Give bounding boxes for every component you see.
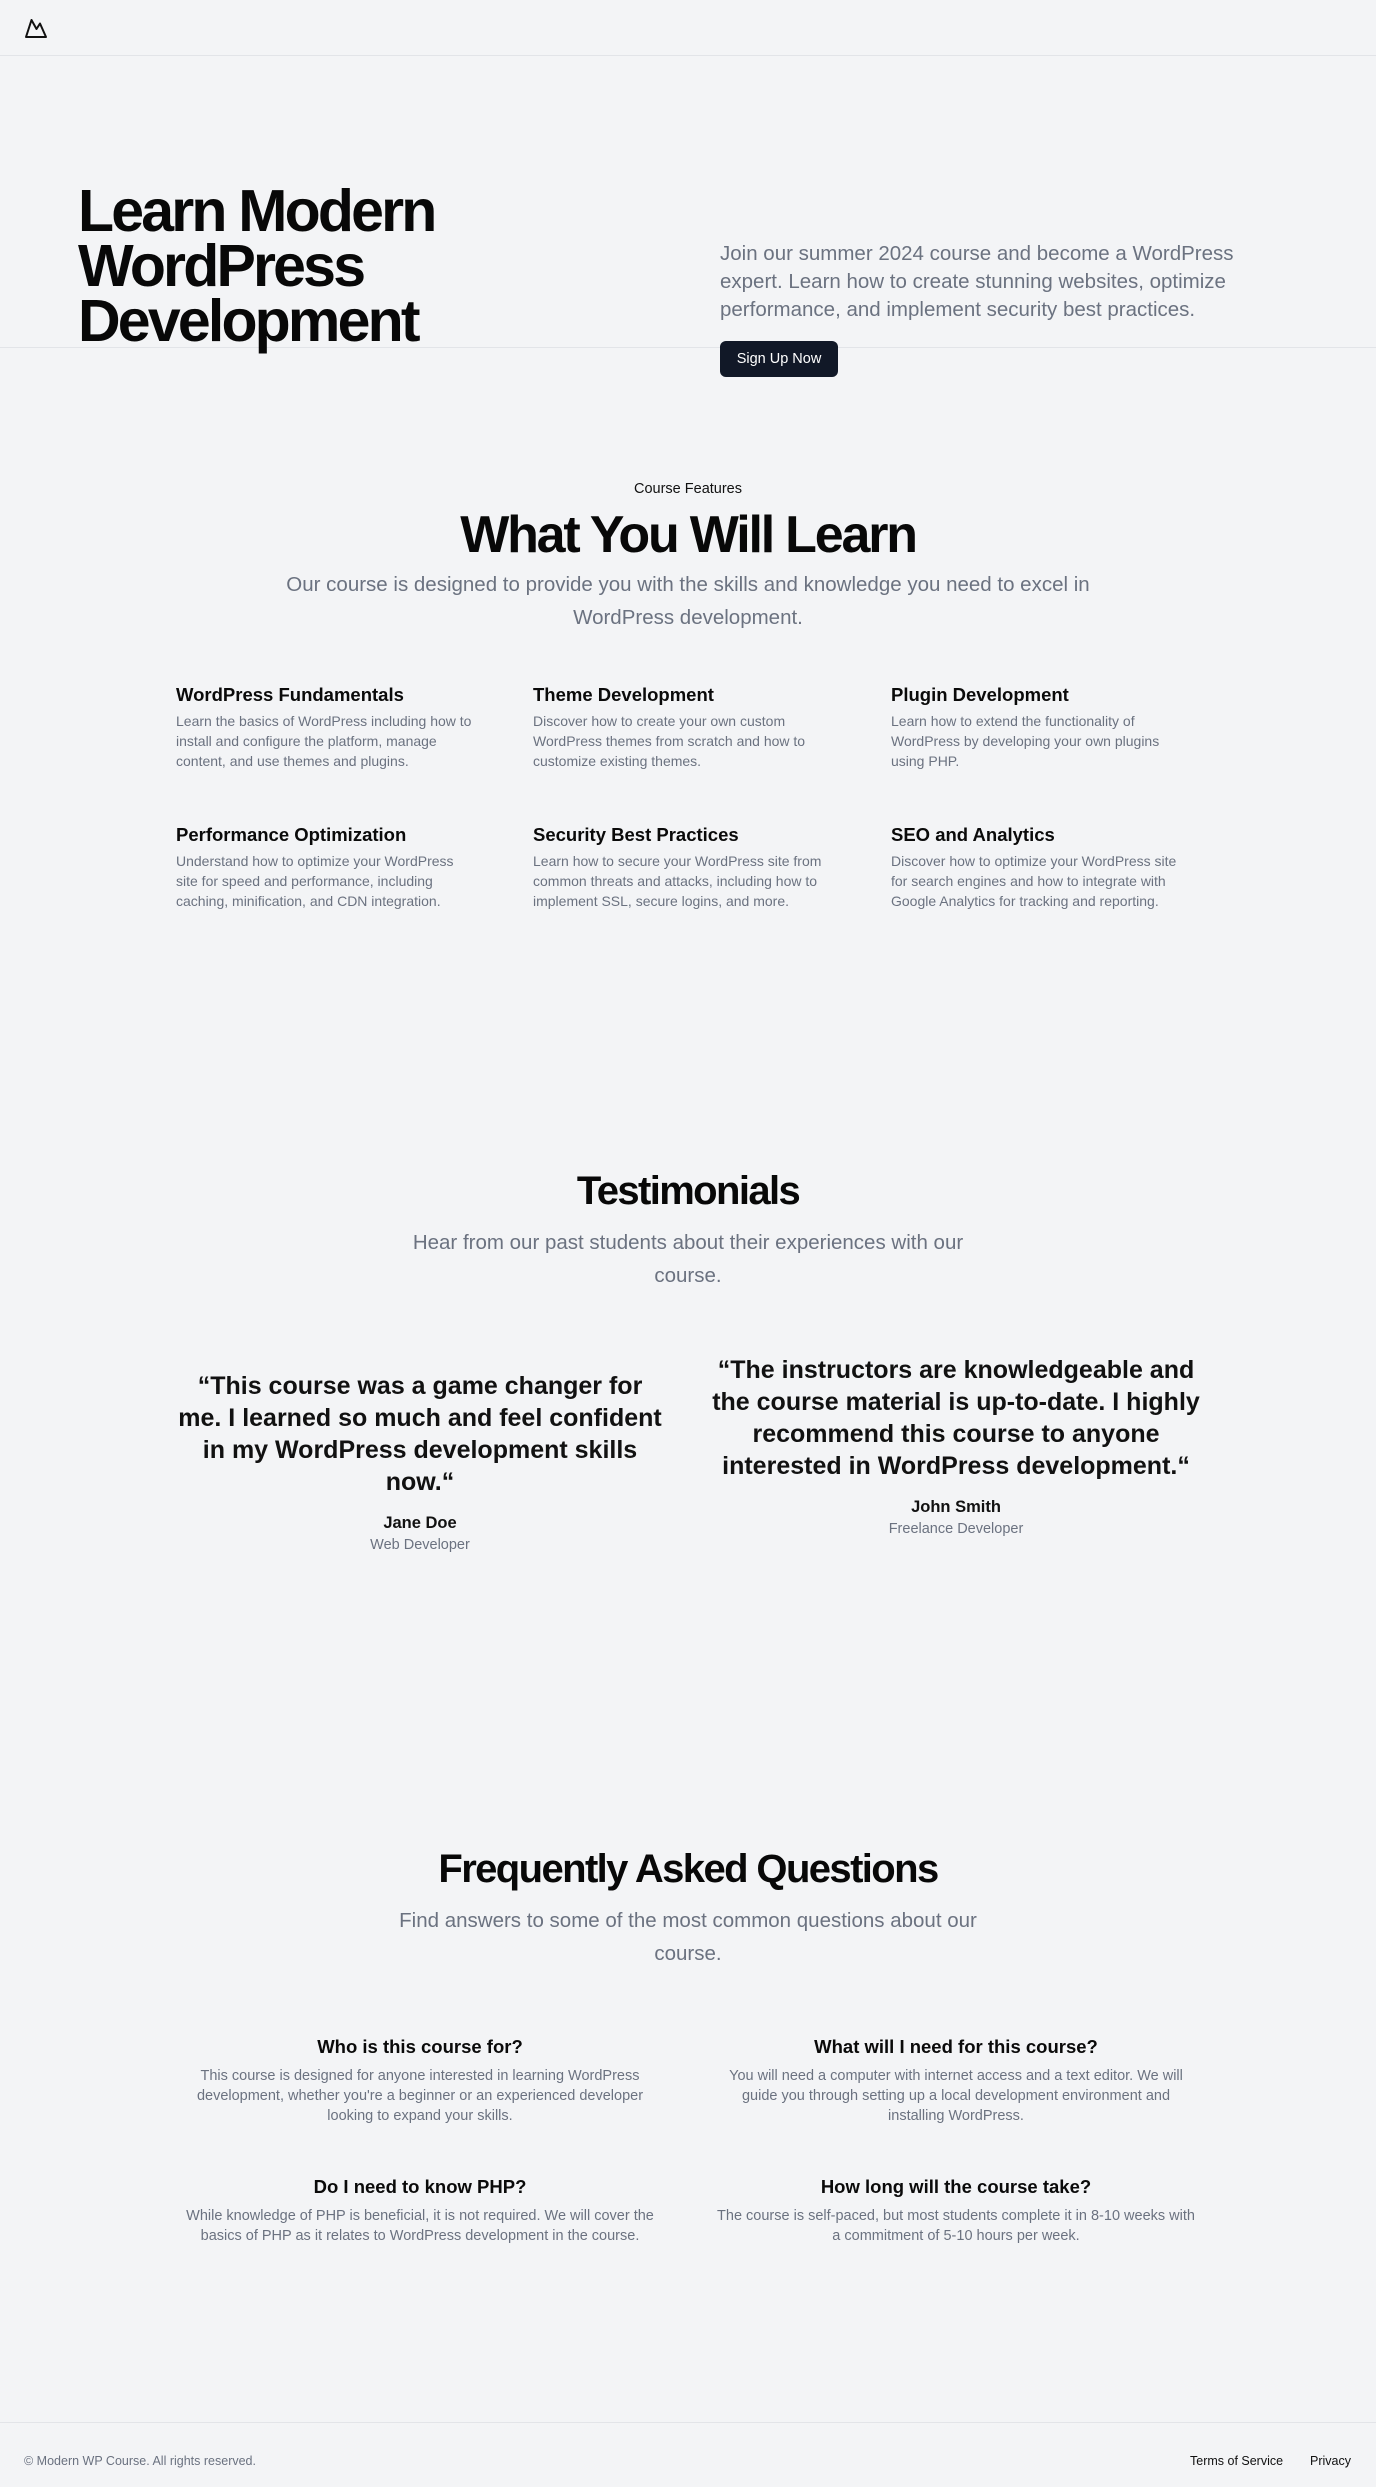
feature-title: Plugin Development xyxy=(891,684,1069,705)
testimonial-author: Jane Doe xyxy=(383,1514,457,1532)
hero-description: Join our summer 2024 course and become a… xyxy=(720,242,1234,321)
testimonial-card: “The instructors are knowledgeable and t… xyxy=(712,1354,1200,1537)
faq-item: Do I need to know PHP? While knowledge o… xyxy=(180,2175,660,2246)
faq-answer: The course is self-paced, but most stude… xyxy=(717,2208,1195,2244)
testimonial-quote: “This course was a game changer for me. … xyxy=(178,1372,662,1496)
faq-answer: You will need a computer with internet a… xyxy=(729,2068,1183,2124)
features-eyebrow: Course Features xyxy=(634,481,742,497)
feature-title: Theme Development xyxy=(533,684,714,705)
site-header xyxy=(0,0,1376,56)
faq-subheading: Find answers to some of the most common … xyxy=(399,1909,977,1965)
faq-item: Who is this course for? This course is d… xyxy=(180,2035,660,2126)
testimonial-card: “This course was a game changer for me. … xyxy=(176,1370,664,1553)
feature-description: Learn how to extend the functionality of… xyxy=(891,713,1160,769)
feature-description: Learn how to secure your WordPress site … xyxy=(533,853,822,909)
privacy-link[interactable]: Privacy xyxy=(1310,2454,1351,2468)
feature-card: Security Best Practices Learn how to sec… xyxy=(533,823,833,911)
features-subheading: Our course is designed to provide you wi… xyxy=(286,573,1090,629)
faq-question: How long will the course take? xyxy=(820,2176,1092,2197)
faq-question: What will I need for this course? xyxy=(814,2036,1098,2057)
testimonial-quote: “The instructors are knowledgeable and t… xyxy=(712,1356,1200,1480)
faq-heading: Frequently Asked Questions xyxy=(438,1847,939,1891)
feature-description: Discover how to optimize your WordPress … xyxy=(891,853,1177,909)
feature-card: Plugin Development Learn how to extend t… xyxy=(891,683,1191,771)
testimonials-heading: Testimonials xyxy=(576,1169,801,1213)
faq-item: How long will the course take? The cours… xyxy=(716,2175,1196,2246)
feature-title: WordPress Fundamentals xyxy=(176,684,404,705)
feature-card: Theme Development Discover how to create… xyxy=(533,683,833,771)
feature-title: Performance Optimization xyxy=(176,824,407,845)
hero-title: Learn Modern WordPress Development xyxy=(78,178,437,354)
faq-answer: While knowledge of PHP is beneficial, it… xyxy=(186,2208,654,2244)
faq-answer: This course is designed for anyone inter… xyxy=(196,2068,644,2124)
testimonials-subheading: Hear from our past students about their … xyxy=(412,1231,964,1287)
feature-description: Learn the basics of WordPress including … xyxy=(176,713,472,769)
feature-title: SEO and Analytics xyxy=(891,824,1055,845)
mountain-icon[interactable] xyxy=(24,16,48,40)
feature-description: Discover how to create your own custom W… xyxy=(533,713,806,769)
feature-description: Understand how to optimize your WordPres… xyxy=(176,853,454,909)
sign-up-button[interactable]: Sign Up Now xyxy=(720,341,838,377)
site-footer: © Modern WP Course. All rights reserved.… xyxy=(0,2422,1376,2487)
testimonial-role: Web Developer xyxy=(370,1537,470,1553)
faq-question: Who is this course for? xyxy=(317,2036,523,2057)
feature-card: SEO and Analytics Discover how to optimi… xyxy=(891,823,1191,911)
faq-question: Do I need to know PHP? xyxy=(313,2176,527,2197)
copyright-text: © Modern WP Course. All rights reserved. xyxy=(24,2454,256,2468)
faq-item: What will I need for this course? You wi… xyxy=(716,2035,1196,2126)
feature-card: Performance Optimization Understand how … xyxy=(176,823,476,911)
testimonial-role: Freelance Developer xyxy=(888,1521,1024,1537)
feature-card: WordPress Fundamentals Learn the basics … xyxy=(176,683,476,771)
feature-title: Security Best Practices xyxy=(533,824,739,845)
terms-of-service-link[interactable]: Terms of Service xyxy=(1190,2454,1283,2468)
features-heading: What You Will Learn xyxy=(460,506,918,564)
hero-section: Learn Modern WordPress Development Join … xyxy=(0,56,1376,377)
testimonial-author: John Smith xyxy=(911,1498,1001,1516)
